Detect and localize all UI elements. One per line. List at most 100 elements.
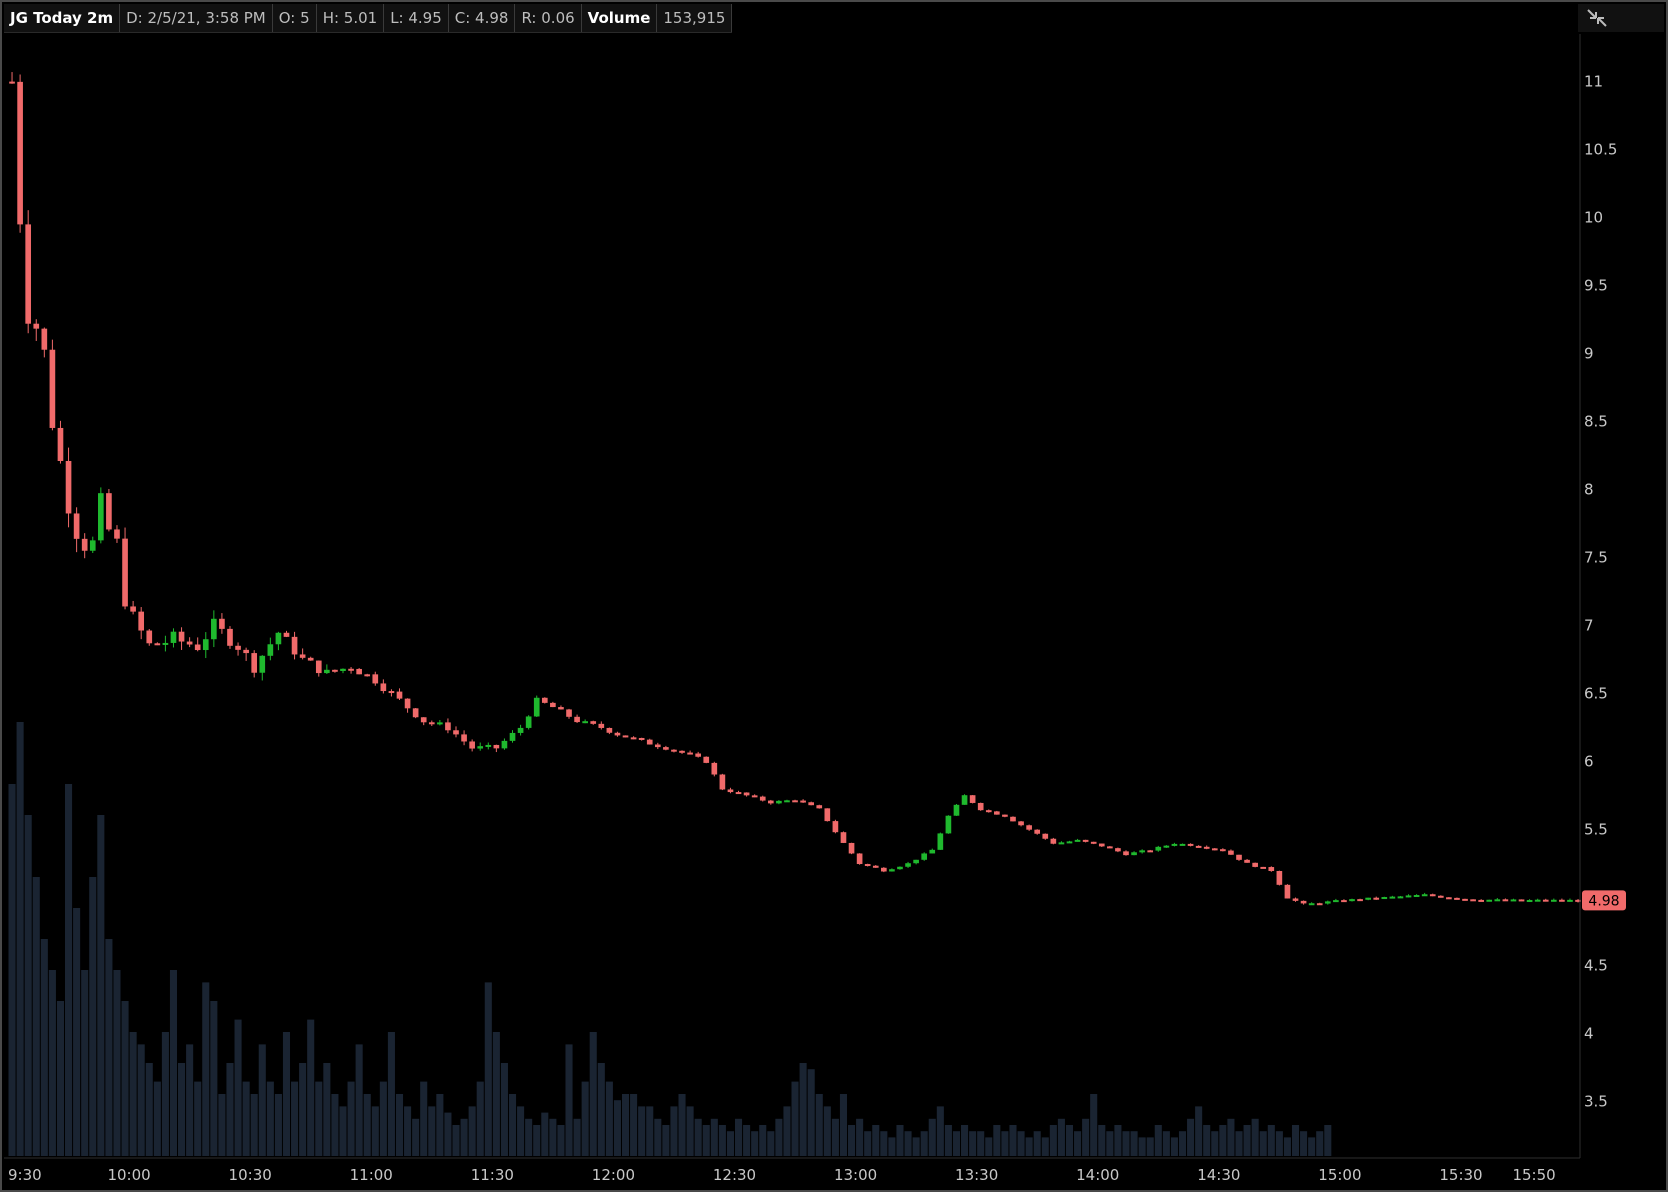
candlestick-chart[interactable]: 11 10.5 10 9.5 9 8.5 8 7.5 7 6.5 6 5.5 4.5 4 3.5 9:30 1… <box>0 0 1668 1192</box>
candle-body <box>1268 867 1275 871</box>
y-tick-label: 10 <box>1584 209 1603 227</box>
volume-bar <box>282 1032 291 1156</box>
volume-bar <box>32 877 40 1156</box>
candle-body <box>114 529 120 539</box>
volume-bar <box>710 1118 718 1156</box>
volume-bar <box>799 1063 807 1156</box>
candle-body <box>380 683 387 692</box>
volume-bar <box>274 1094 282 1156</box>
candle-body <box>1195 845 1202 848</box>
volume-bar <box>646 1106 654 1156</box>
volume-bar <box>113 970 121 1156</box>
volume-bar <box>476 1081 484 1156</box>
candle-body <box>905 863 911 867</box>
candle-body <box>824 808 831 822</box>
volume-bar <box>1211 1131 1219 1156</box>
candle-body <box>501 740 508 749</box>
volume-bar <box>638 1106 646 1156</box>
y-tick-label: 10.5 <box>1584 141 1617 159</box>
volume-bar <box>702 1125 710 1156</box>
x-tick-label: 15:00 <box>1318 1166 1361 1184</box>
candle-body <box>945 815 952 834</box>
candle-body <box>1187 843 1194 846</box>
candle-body <box>1123 851 1129 856</box>
candle-body <box>897 866 903 870</box>
volume-bar <box>137 1044 145 1156</box>
volume-bar <box>65 784 73 1156</box>
x-tick-label: 14:30 <box>1197 1166 1240 1184</box>
volume-bar <box>202 982 210 1156</box>
volume-bar <box>1090 1094 1098 1156</box>
candle-body <box>913 859 919 864</box>
volume-bars <box>8 722 1332 1156</box>
candle-body <box>41 328 48 350</box>
x-tick-label: 13:30 <box>955 1166 998 1184</box>
candle-body <box>929 849 936 854</box>
candle-body <box>412 708 419 718</box>
volume-bar <box>751 1131 759 1156</box>
candle-body <box>1203 846 1210 849</box>
candle-body <box>1300 900 1307 904</box>
candle-body <box>485 744 492 747</box>
x-tick-label: 11:30 <box>471 1166 514 1184</box>
volume-bar <box>395 1094 404 1156</box>
volume-bar <box>621 1094 630 1156</box>
candle-body <box>646 739 653 745</box>
x-tick-label: 15:30 <box>1439 1166 1482 1184</box>
volume-bar <box>97 815 105 1156</box>
volume-bar <box>484 982 492 1156</box>
candle-body <box>550 702 556 708</box>
price-axis: 11 10.5 10 9.5 9 8.5 8 7.5 7 6.5 6 5.5 4.5 4 3.5 <box>1584 73 1617 1111</box>
candle-body <box>767 800 774 804</box>
volume-bar <box>153 1081 161 1156</box>
volume-bar <box>1001 1131 1009 1156</box>
candle-body <box>227 628 233 646</box>
volume-bar <box>1082 1118 1090 1156</box>
volume-bar <box>250 1094 258 1156</box>
volume-bar <box>856 1118 864 1156</box>
candle-body <box>1470 899 1476 902</box>
candle-body <box>994 811 1000 815</box>
candle-body <box>630 737 637 740</box>
volume-bar <box>129 1032 137 1156</box>
volume-bar <box>1162 1131 1170 1156</box>
volume-bar <box>1049 1125 1057 1156</box>
candle-body <box>1010 816 1016 822</box>
volume-bar <box>533 1125 541 1156</box>
candle-body <box>1494 899 1501 902</box>
volume-bar <box>16 722 24 1156</box>
candle-body <box>969 795 976 803</box>
volume-bar <box>815 1094 823 1156</box>
y-tick-label: 6.5 <box>1584 685 1608 703</box>
candle-body <box>340 668 346 671</box>
candle-body <box>106 493 112 530</box>
volume-bar <box>904 1131 912 1156</box>
volume-bar <box>363 1094 371 1156</box>
candle-body <box>445 722 451 731</box>
volume-bar <box>1154 1125 1162 1156</box>
volume-bar <box>121 1001 129 1156</box>
candle-body <box>1373 897 1380 900</box>
candle-body <box>1220 849 1226 852</box>
volume-bar <box>775 1118 783 1156</box>
volume-bar <box>492 1032 500 1156</box>
candle-body <box>307 657 314 661</box>
volume-bar <box>81 970 89 1156</box>
volume-bar <box>1283 1137 1291 1156</box>
candle-body <box>1341 900 1347 903</box>
volume-bar <box>1251 1118 1259 1156</box>
volume-bar <box>1308 1137 1316 1156</box>
candle-body <box>1542 899 1549 902</box>
volume-bar <box>678 1094 686 1156</box>
candle-body <box>162 642 169 645</box>
volume-bar <box>694 1118 702 1156</box>
candle-body <box>1058 842 1065 845</box>
volume-bar <box>993 1125 1001 1156</box>
candle-body <box>122 538 128 607</box>
candle-body <box>566 709 572 717</box>
candle-body <box>235 645 241 650</box>
volume-bar <box>1065 1125 1074 1156</box>
candle-body <box>985 810 992 813</box>
candle-body <box>832 821 839 833</box>
volume-bar <box>258 1044 266 1156</box>
